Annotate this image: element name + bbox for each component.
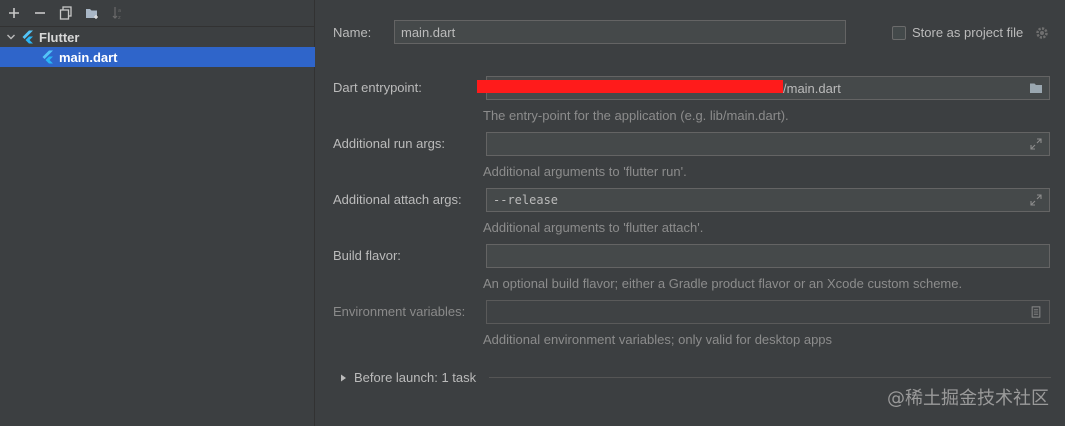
attach-args-hint: Additional arguments to 'flutter attach'… <box>483 220 704 235</box>
divider <box>489 377 1051 378</box>
run-args-field[interactable] <box>486 132 1050 156</box>
svg-text:z: z <box>118 15 121 20</box>
flutter-icon <box>22 30 33 44</box>
tree-item-label: main.dart <box>59 49 118 65</box>
attach-args-field[interactable]: --release <box>486 188 1050 212</box>
store-project-checkbox[interactable] <box>892 26 906 40</box>
tree-item-main-dart[interactable]: main.dart <box>0 47 315 67</box>
flutter-icon <box>42 50 53 64</box>
build-flavor-field[interactable] <box>486 244 1050 268</box>
name-label: Name: <box>333 25 372 40</box>
config-tree-panel: az Flutter main.dart <box>0 0 315 426</box>
build-flavor-label: Build flavor: <box>333 248 401 263</box>
watermark: @稀土掘金技术社区 <box>887 388 1049 409</box>
env-vars-label: Environment variables: <box>333 304 466 319</box>
folder-add-icon[interactable] <box>82 3 102 23</box>
folder-icon[interactable] <box>1029 82 1043 94</box>
expand-icon[interactable] <box>1029 138 1043 150</box>
build-flavor-hint: An optional build flavor; either a Gradl… <box>483 276 963 291</box>
run-args-label: Additional run args: <box>333 136 446 151</box>
tree-group-flutter[interactable]: Flutter <box>0 27 315 47</box>
entrypoint-field[interactable]: /main.dart <box>477 76 1050 100</box>
sort-icon[interactable]: az <box>108 3 128 23</box>
redacted-path <box>477 80 783 93</box>
name-field[interactable]: main.dart <box>394 20 846 44</box>
env-vars-hint: Additional environment variables; only v… <box>483 332 833 347</box>
chevron-down-icon[interactable] <box>3 29 19 45</box>
svg-text:a: a <box>118 8 121 14</box>
copy-icon[interactable] <box>56 3 76 23</box>
config-form: Name: main.dart Store as project file Da… <box>316 0 1065 426</box>
expand-icon[interactable] <box>1029 194 1043 206</box>
entrypoint-hint: The entry-point for the application (e.g… <box>483 108 789 123</box>
list-icon[interactable] <box>1029 306 1043 318</box>
gear-icon[interactable] <box>1034 25 1050 41</box>
store-project-label: Store as project file <box>912 25 1024 40</box>
tree-group-label: Flutter <box>39 29 80 45</box>
before-launch-toggle[interactable]: Before launch: 1 task <box>338 370 476 385</box>
env-vars-field[interactable] <box>486 300 1050 324</box>
entrypoint-label: Dart entrypoint: <box>333 80 422 95</box>
remove-icon[interactable] <box>30 3 50 23</box>
entrypoint-value: /main.dart <box>783 80 841 96</box>
add-icon[interactable] <box>4 3 24 23</box>
run-args-hint: Additional arguments to 'flutter run'. <box>483 164 687 179</box>
attach-args-label: Additional attach args: <box>333 192 462 207</box>
tree-toolbar: az <box>0 0 314 27</box>
attach-args-value: --release <box>493 193 559 207</box>
name-value: main.dart <box>401 24 456 40</box>
triangle-right-icon <box>341 374 346 381</box>
before-launch-label: Before launch: 1 task <box>354 370 477 385</box>
